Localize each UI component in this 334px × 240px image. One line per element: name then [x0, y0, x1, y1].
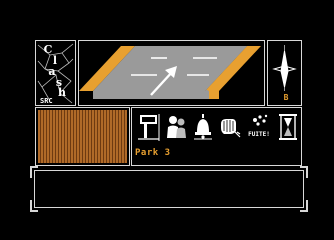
- compass-direction: B: [283, 93, 289, 102]
- people-icon[interactable]: [165, 112, 189, 142]
- hourglass-icon[interactable]: [277, 112, 299, 142]
- flee-icon[interactable]: FUITE!: [246, 112, 272, 142]
- signpost-icon[interactable]: [137, 112, 163, 142]
- logo-letter-1: C: [44, 43, 53, 56]
- corner-top-left: [30, 166, 38, 178]
- road-scene: [79, 46, 261, 99]
- hand-icon[interactable]: [218, 112, 242, 142]
- corner-bottom-left: [30, 200, 38, 212]
- corner-top-right: [300, 166, 308, 178]
- bell-icon[interactable]: [192, 112, 214, 142]
- flee-label: FUITE!: [248, 131, 270, 138]
- door-panel: [35, 107, 130, 166]
- location-name: Park 3: [135, 148, 171, 158]
- corner-bottom-right: [300, 200, 308, 212]
- message-box: [34, 170, 304, 208]
- road-view-panel: [78, 40, 265, 106]
- logo-letter-3: a: [48, 65, 55, 78]
- logo-sub: SRC: [40, 97, 53, 105]
- message-panel: [30, 166, 308, 212]
- wooden-door: [38, 110, 127, 163]
- game-logo: C l a s h SRC: [37, 43, 74, 105]
- game-logo-panel: C l a s h SRC: [35, 40, 76, 106]
- logo-letter-5: h: [58, 86, 66, 99]
